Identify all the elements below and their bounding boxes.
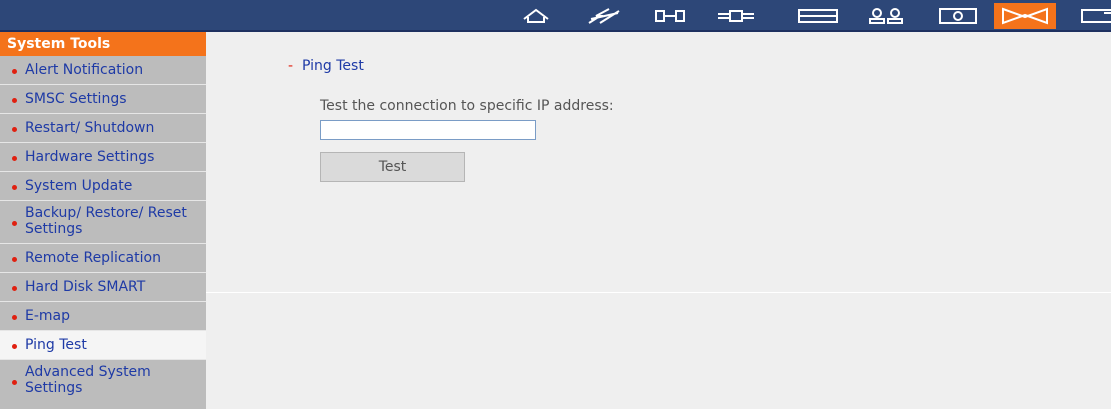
access-rights-icon[interactable]: [864, 3, 908, 29]
sidebar: System Tools Alert Notification SMSC Set…: [0, 32, 206, 409]
sidebar-item-smsc-settings[interactable]: SMSC Settings: [0, 85, 206, 113]
test-button[interactable]: Test: [320, 152, 465, 182]
sidebar-item-alert-notification[interactable]: Alert Notification: [0, 56, 206, 84]
device-configuration-icon[interactable]: [650, 3, 690, 29]
sidebar-item-restart-shutdown[interactable]: Restart/ Shutdown: [0, 114, 206, 142]
network-icon[interactable]: [584, 3, 624, 29]
applications-icon[interactable]: [934, 3, 982, 29]
sidebar-item-advanced-system-settings[interactable]: Advanced System Settings: [0, 360, 206, 402]
ip-address-input[interactable]: [320, 120, 536, 140]
system-tools-icon[interactable]: [994, 3, 1056, 29]
sidebar-item-ping-test[interactable]: Ping Test: [0, 331, 206, 359]
sidebar-item-remote-replication[interactable]: Remote Replication: [0, 244, 206, 272]
content-divider: [206, 292, 1111, 293]
section-dash: -: [288, 58, 294, 74]
sidebar-title: System Tools: [0, 32, 206, 56]
network-services-icon[interactable]: [714, 3, 758, 29]
sidebar-item-hard-disk-smart[interactable]: Hard Disk SMART: [0, 273, 206, 301]
page-title: Ping Test: [302, 58, 364, 74]
app-window: System Tools Alert Notification SMSC Set…: [0, 0, 1111, 409]
sidebar-item-hardware-settings[interactable]: Hardware Settings: [0, 143, 206, 171]
disk-management-icon[interactable]: [794, 3, 842, 29]
sidebar-item-system-update[interactable]: System Update: [0, 172, 206, 200]
sidebar-item-e-map[interactable]: E-map: [0, 302, 206, 330]
statistics-logs-icon[interactable]: [1076, 3, 1111, 29]
top-navigation-bar: [0, 0, 1111, 32]
home-icon[interactable]: [518, 3, 554, 29]
ip-address-label: Test the connection to specific IP addre…: [320, 98, 614, 114]
sidebar-item-backup-restore-reset[interactable]: Backup/ Restore/ Reset Settings: [0, 201, 206, 243]
